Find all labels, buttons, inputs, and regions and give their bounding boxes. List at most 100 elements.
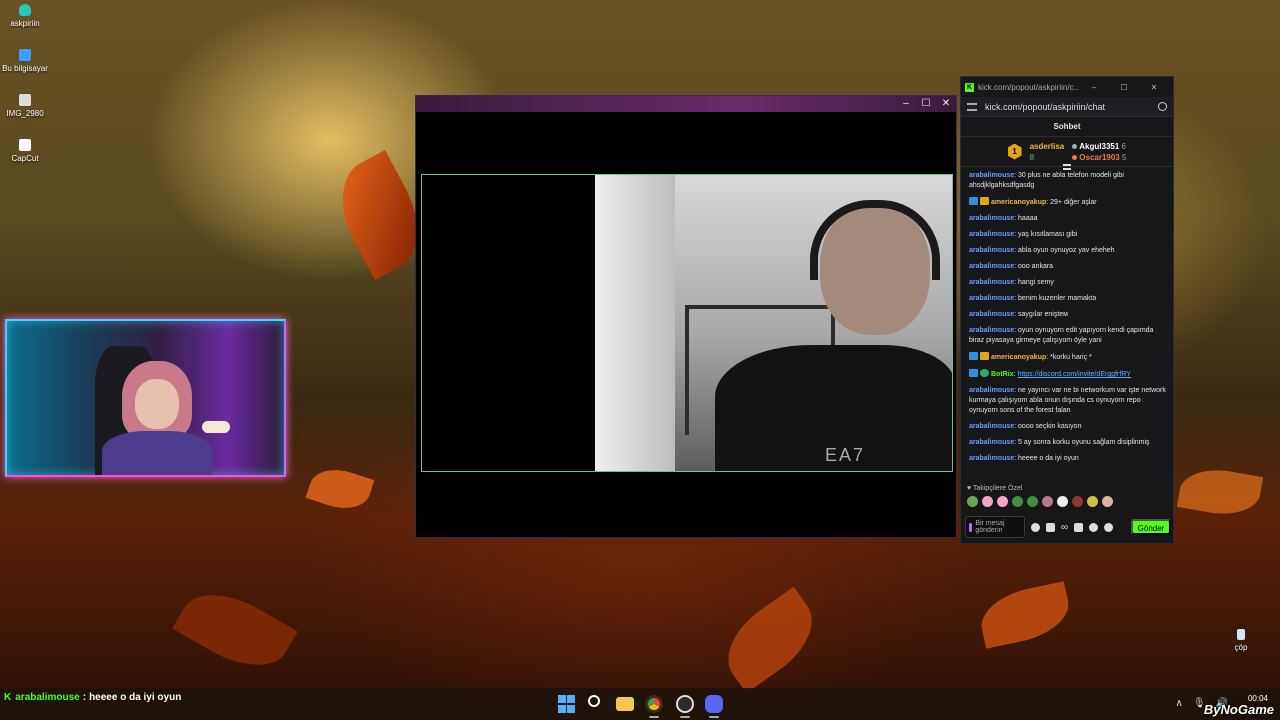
microphone xyxy=(202,421,230,433)
desktop-icon-label: CapCut xyxy=(11,154,39,163)
chat-message: arabalimouse: yaş kısıtlaması gibi xyxy=(969,231,1078,238)
minimize-button[interactable]: – xyxy=(1079,83,1109,92)
emote-icon[interactable] xyxy=(1042,496,1053,507)
chat-window-titlebar[interactable]: K kick.com/popout/askpiriin/c... – ☐ ✕ xyxy=(961,77,1173,97)
community-icon[interactable] xyxy=(1046,522,1055,532)
emote-icon[interactable] xyxy=(1012,496,1023,507)
maximize-button[interactable]: ☐ xyxy=(1109,83,1139,92)
send-button[interactable]: Gönder xyxy=(1131,519,1171,535)
emote-icon[interactable] xyxy=(1057,496,1068,507)
active-app-indicator xyxy=(649,716,659,718)
chat-username[interactable]: arabalimouse xyxy=(969,279,1014,286)
verified-badge-icon xyxy=(969,369,978,377)
chat-username[interactable]: BotRix xyxy=(991,371,1014,378)
chat-username[interactable]: arabalimouse xyxy=(969,327,1014,334)
close-button[interactable]: ✕ xyxy=(1139,83,1169,92)
chat-username[interactable]: arabalimouse xyxy=(969,439,1014,446)
expand-leaderboard-icon[interactable] xyxy=(1063,164,1071,170)
chat-username[interactable]: arabalimouse xyxy=(969,247,1014,254)
chat-input-row: Bir mesaj gönderin ∞ Gönder xyxy=(965,515,1171,539)
chat-username[interactable]: arabalimouse xyxy=(969,263,1014,270)
settings-icon[interactable] xyxy=(1089,522,1099,532)
gift-leaderboard: 1 asderlisa 8 Akgul3351 6 Oscar1903 5 xyxy=(961,137,1173,170)
autumn-leaf-decoration xyxy=(305,461,375,517)
emote-icon[interactable] xyxy=(1102,496,1113,507)
url-text[interactable]: kick.com/popout/askpiriin/chat xyxy=(985,102,1158,112)
leaderboard-first-count: 8 xyxy=(1029,152,1035,162)
chat-messages-list[interactable]: arabalimouse: 30 plus ne abla telefon mo… xyxy=(961,167,1173,473)
chat-text: ooo ankara xyxy=(1018,263,1054,270)
desktop-icon-askpiriin[interactable]: askpiriin xyxy=(0,4,55,28)
chat-message: americanoyakup: 29+ diğer aşlar xyxy=(969,197,1167,208)
chat-username[interactable]: americanoyakup xyxy=(991,199,1046,206)
capcut-icon xyxy=(19,139,31,151)
call-video-frame: EA7 xyxy=(421,174,953,472)
chrome-icon[interactable] xyxy=(645,695,663,713)
chat-username[interactable]: arabalimouse xyxy=(969,387,1014,394)
chat-text: abla oyun oynuyoz yav eheheh xyxy=(1018,247,1115,254)
crown-badge-icon xyxy=(980,352,989,360)
minimize-button[interactable]: – xyxy=(896,96,916,112)
close-button[interactable]: ✕ xyxy=(936,96,956,112)
emote-icon[interactable] xyxy=(1027,496,1038,507)
chat-link[interactable]: https://discord.com/invite/dErggfrfRY xyxy=(1017,371,1130,378)
bynogame-watermark: ByNoGame xyxy=(1203,702,1274,717)
chat-message-input[interactable]: Bir mesaj gönderin xyxy=(965,516,1025,538)
leaderboard-second-name[interactable]: Akgul3351 xyxy=(1079,142,1119,151)
discord-icon[interactable] xyxy=(705,695,723,713)
video-call-window: – ☐ ✕ EA7 xyxy=(415,95,957,538)
leaderboard-first-name[interactable]: asderlisa xyxy=(1030,142,1065,151)
chat-username[interactable]: arabalimouse xyxy=(969,423,1014,430)
chat-username[interactable]: arabalimouse xyxy=(969,231,1014,238)
chat-text: oooo seçkin kasıyon xyxy=(1018,423,1082,430)
chat-message: arabalimouse: haaaa xyxy=(969,215,1038,222)
site-settings-icon[interactable] xyxy=(967,102,977,111)
emoji-picker-icon[interactable] xyxy=(1031,522,1040,532)
infinity-icon[interactable]: ∞ xyxy=(1061,522,1068,533)
leaderboard-third-name[interactable]: Oscar1903 xyxy=(1079,153,1119,162)
kick-chat-ticker: K arabalimouse : heeee o da iyi oyun xyxy=(4,692,182,703)
emote-icon[interactable] xyxy=(1072,496,1083,507)
emote-section-label: Takipçilere Özel xyxy=(972,485,1023,492)
chat-text: 5 ay sonra korku oyunu sağlam disiplinmi… xyxy=(1018,439,1150,446)
emote-icon[interactable] xyxy=(967,496,978,507)
desktop-icon-capcut[interactable]: CapCut xyxy=(0,139,55,163)
desktop-icon-recycle-bin[interactable]: çöp xyxy=(1211,629,1271,652)
start-icon[interactable] xyxy=(558,695,576,713)
address-bar[interactable]: kick.com/popout/askpiriin/chat xyxy=(961,97,1173,117)
crown-badge-icon xyxy=(980,197,989,205)
chat-message: arabalimouse: oooo seçkin kasıyon xyxy=(969,423,1082,430)
chat-username[interactable]: arabalimouse xyxy=(969,311,1014,318)
desktop-icon-img-2980[interactable]: IMG_2980 xyxy=(0,94,55,118)
emote-panel: ♥ Takipçilere Özel xyxy=(961,485,1175,507)
desktop-icon-this-pc[interactable]: Bu bilgisayar xyxy=(0,49,55,73)
show-hidden-icons-chevron-icon[interactable]: ∧ xyxy=(1176,698,1183,709)
heart-icon: ♥ xyxy=(967,485,972,492)
emote-icon[interactable] xyxy=(982,496,993,507)
zoom-icon[interactable] xyxy=(1158,102,1167,111)
chat-username[interactable]: arabalimouse xyxy=(969,295,1014,302)
search-icon[interactable] xyxy=(588,695,606,713)
maximize-button[interactable]: ☐ xyxy=(916,96,936,112)
store-icon[interactable] xyxy=(1074,522,1084,532)
chat-username[interactable]: arabalimouse xyxy=(969,172,1014,179)
chat-message: arabalimouse: benim kuzenler mamakta xyxy=(969,295,1097,302)
call-window-titlebar[interactable]: – ☐ ✕ xyxy=(416,96,956,112)
rank-two-icon xyxy=(1072,143,1078,149)
file-explorer-icon[interactable] xyxy=(616,697,634,711)
badge-icon[interactable] xyxy=(1104,522,1114,532)
chat-username[interactable]: arabalimouse xyxy=(969,455,1014,462)
voice-icon[interactable] xyxy=(969,522,973,532)
taskbar: K arabalimouse : heeee o da iyi oyun ∧ 🎙… xyxy=(0,688,1280,720)
remote-participant-video: EA7 xyxy=(595,175,952,471)
verified-badge-icon xyxy=(969,197,978,205)
obs-icon[interactable] xyxy=(676,695,694,713)
chat-text: benim kuzenler mamakta xyxy=(1018,295,1097,302)
emote-icon[interactable] xyxy=(997,496,1008,507)
chat-username[interactable]: arabalimouse xyxy=(969,215,1014,222)
desktop-icon-label: IMG_2980 xyxy=(6,109,44,118)
chat-username[interactable]: americanoyakup xyxy=(991,354,1046,361)
streamer-webcam-overlay xyxy=(5,319,286,477)
autumn-leaf-decoration xyxy=(1176,463,1264,521)
emote-icon[interactable] xyxy=(1087,496,1098,507)
